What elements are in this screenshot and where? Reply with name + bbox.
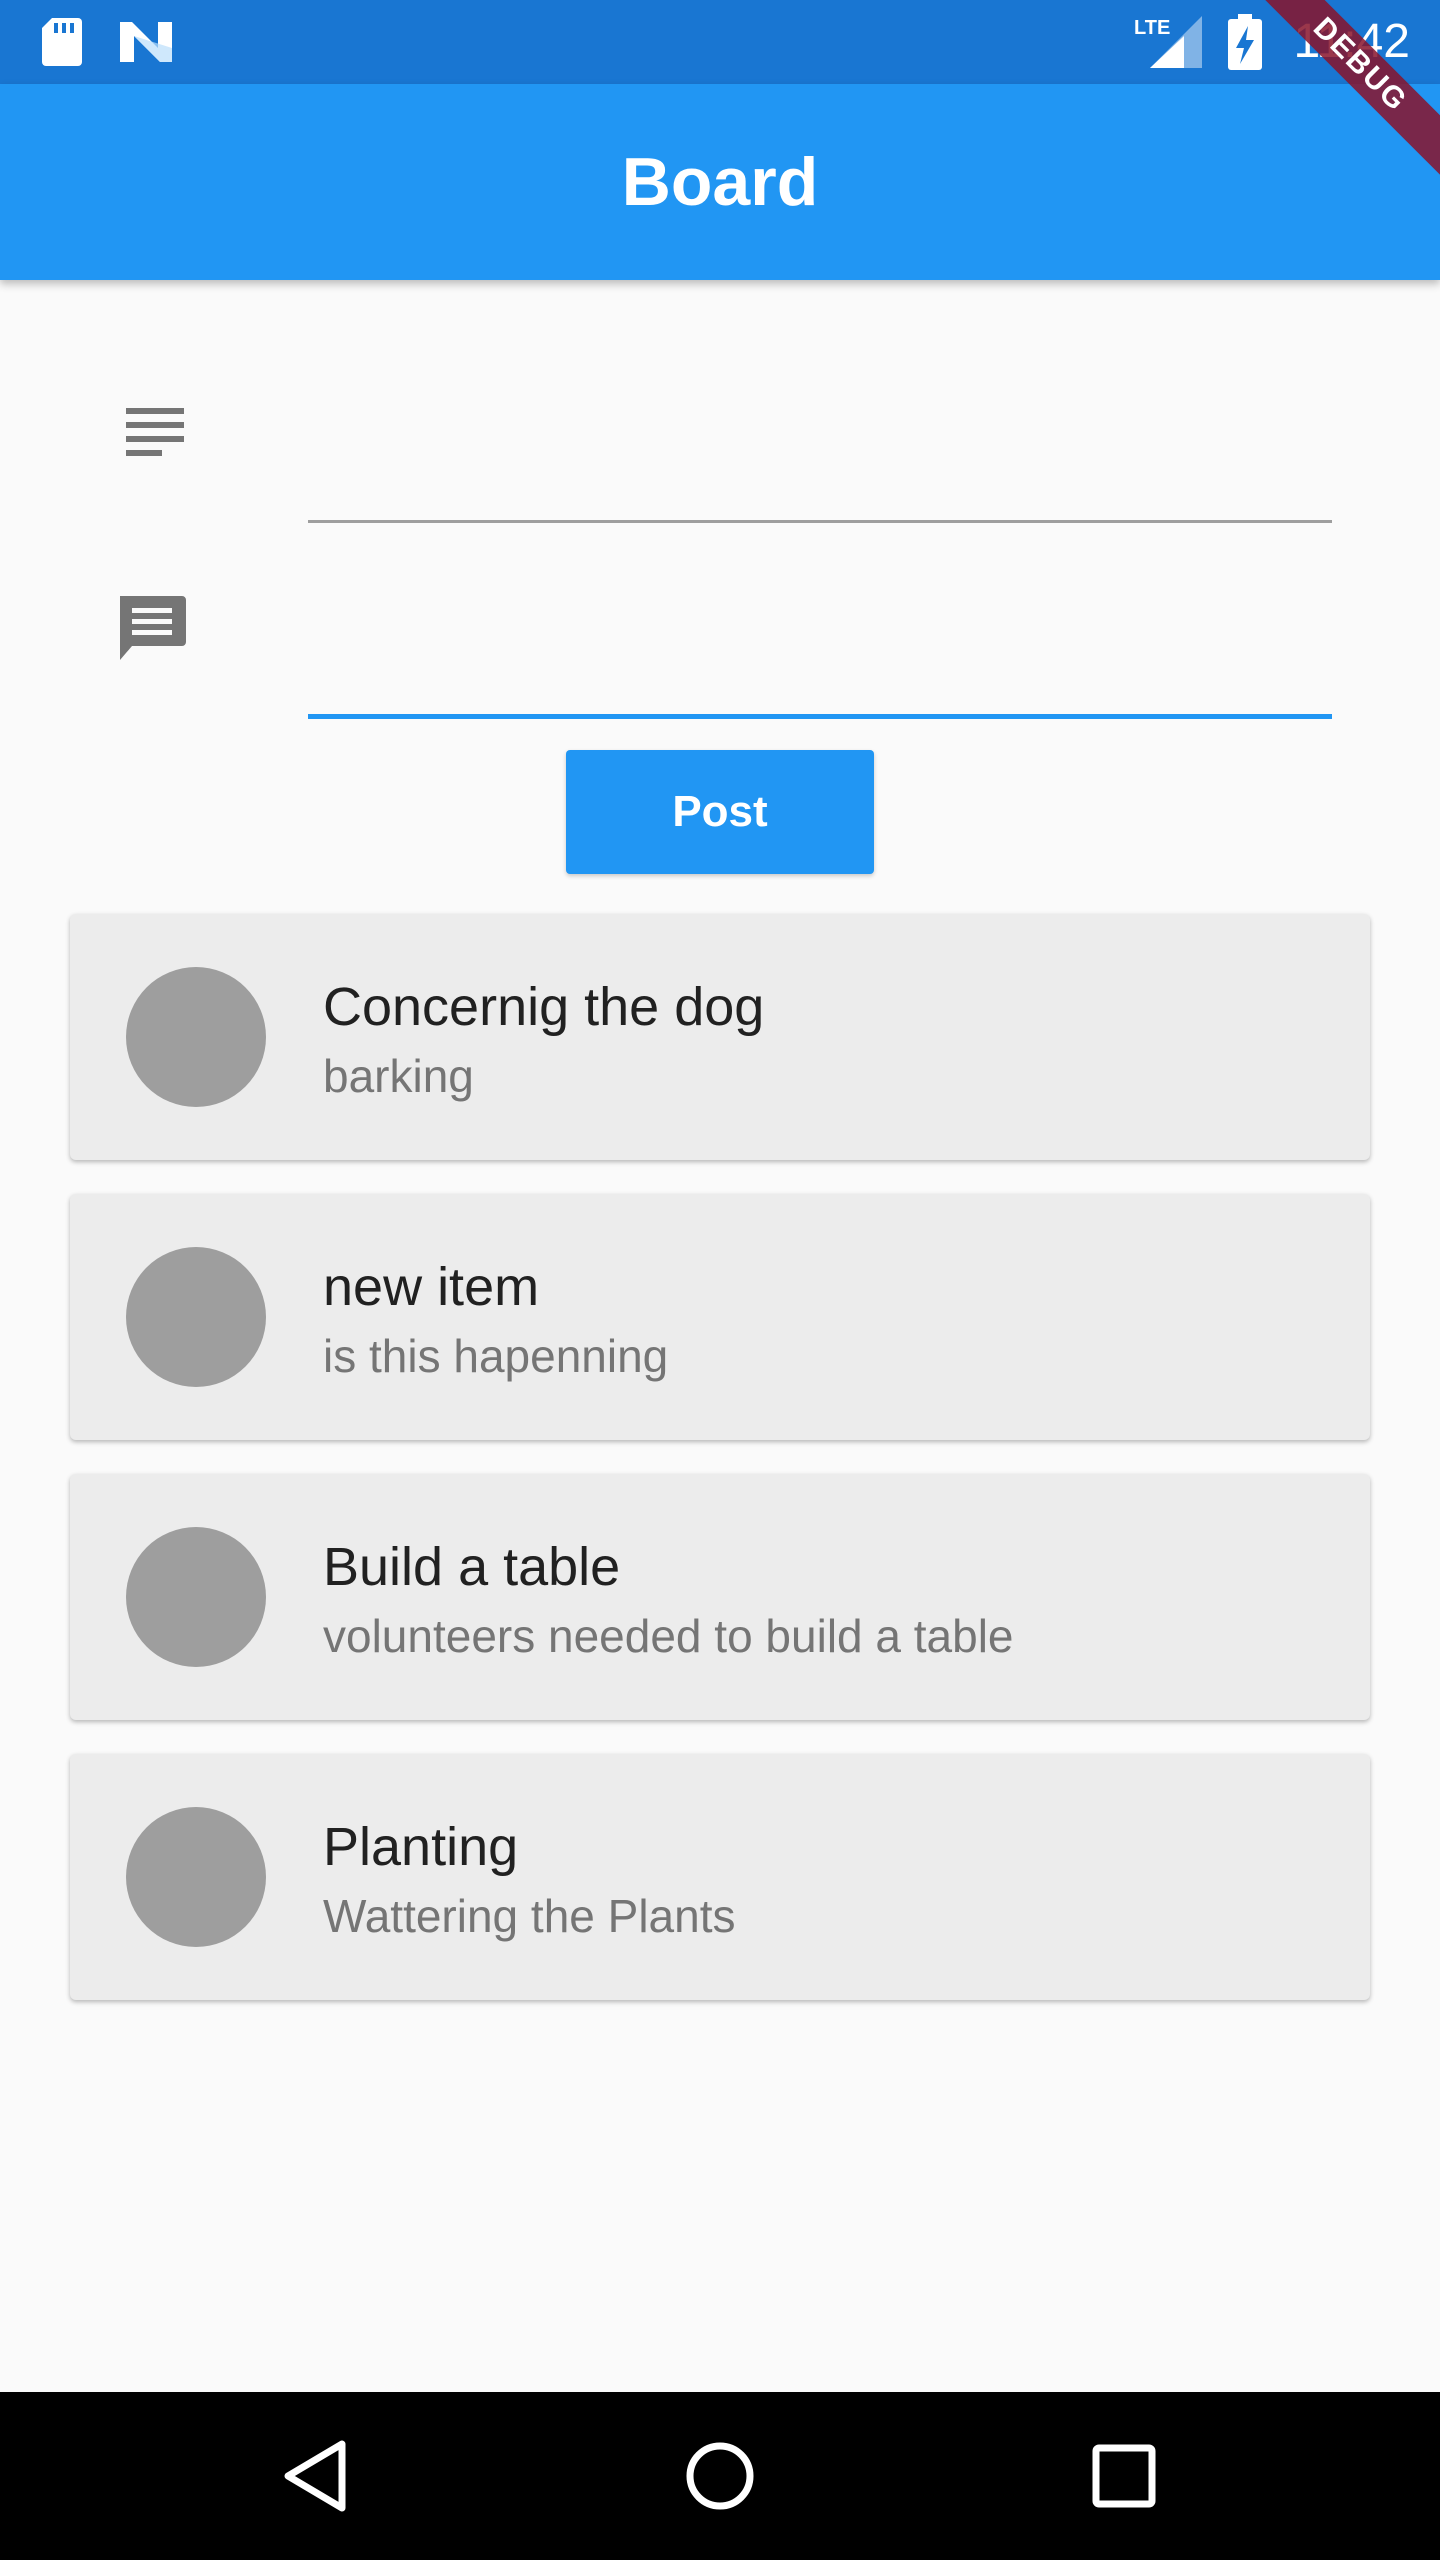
lte-signal-icon: LTE [1134,16,1202,68]
recents-icon[interactable] [1084,2436,1164,2516]
list-item[interactable]: new item is this hapenning [70,1194,1370,1440]
post-title: new item [323,1257,540,1317]
back-icon[interactable] [276,2436,356,2516]
list-item[interactable]: Concernig the dog barking [70,914,1370,1160]
post-list: Concernig the dog barking new item is th… [70,914,1370,2034]
post-button[interactable]: Post [566,750,874,874]
avatar [126,967,266,1107]
post-title: Build a table [323,1537,621,1597]
avatar [126,1247,266,1387]
sd-card-icon [42,18,82,66]
subject-icon [126,408,184,456]
post-body: barking [323,1050,474,1102]
list-item[interactable]: Build a table volunteers needed to build… [70,1474,1370,1720]
status-bar: LTE 11:42 [0,0,1440,84]
page-title: Board [621,144,819,220]
system-nav-bar [0,2392,1440,2560]
subject-input[interactable] [308,408,1332,523]
post-title: Planting [323,1817,519,1877]
battery-charging-icon [1228,14,1262,70]
message-input[interactable] [308,602,1332,719]
n-logo-icon [120,22,172,62]
avatar [126,1807,266,1947]
post-body: Wattering the Plants [323,1890,736,1942]
post-body: volunteers needed to build a table [323,1610,1014,1662]
post-body: is this hapenning [323,1330,669,1382]
list-item[interactable]: Planting Wattering the Plants [70,1754,1370,2000]
avatar [126,1527,266,1667]
home-icon[interactable] [680,2436,760,2516]
message-icon [120,596,186,660]
lte-label: LTE [1134,17,1170,39]
app-bar: Board [0,84,1440,280]
post-title: Concernig the dog [323,977,765,1037]
